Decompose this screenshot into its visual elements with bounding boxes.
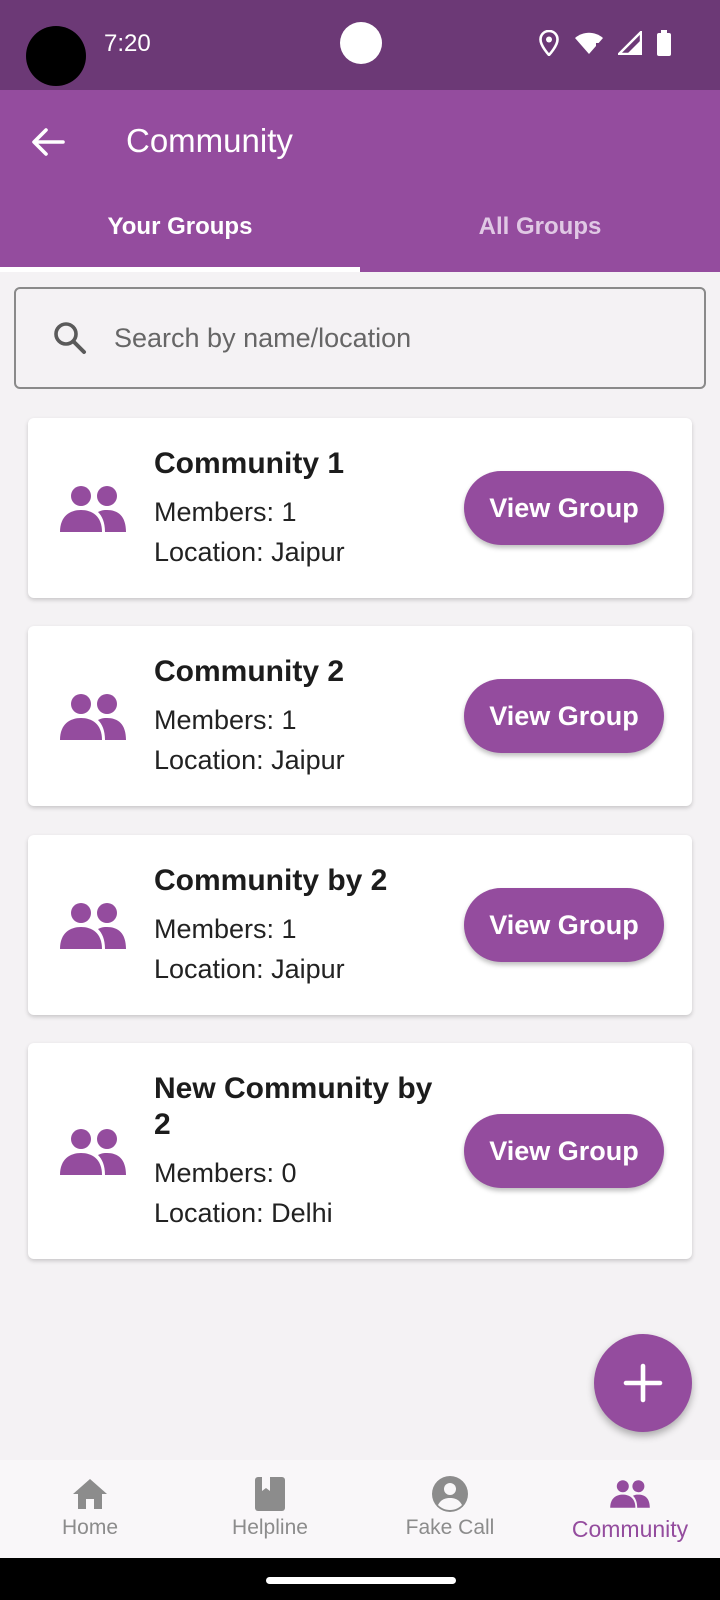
camera-cutout [26, 26, 86, 86]
group-location: Location: Jaipur [154, 745, 345, 775]
nav-label: Helpline [232, 1516, 308, 1539]
group-location: Location: Jaipur [154, 954, 345, 984]
group-card: Community 1 Members: 1 Location: Jaipur … [28, 418, 692, 598]
group-location: Location: Delhi [154, 1198, 333, 1228]
group-info: New Community by 2 Members: 0 Location: … [154, 1071, 454, 1233]
group-name: New Community by 2 [154, 1072, 433, 1141]
back-button[interactable] [26, 120, 70, 164]
view-group-button[interactable]: View Group [464, 471, 664, 545]
group-info: Community 1 Members: 1 Location: Jaipur [154, 446, 454, 572]
battery-icon [656, 30, 672, 56]
home-icon [68, 1474, 112, 1514]
people-icon [60, 694, 126, 740]
nav-item-helpline[interactable]: Helpline [180, 1460, 360, 1558]
view-group-button[interactable]: View Group [464, 888, 664, 962]
group-members: Members: 1 [154, 497, 297, 527]
group-location: Location: Jaipur [154, 537, 345, 567]
people-icon [60, 1129, 126, 1175]
group-name: Community by 2 [154, 864, 388, 897]
app-bar: Community Your Groups All Groups [0, 90, 720, 272]
book-icon [248, 1474, 292, 1514]
gesture-handle[interactable] [266, 1577, 456, 1584]
view-group-button[interactable]: View Group [464, 679, 664, 753]
tab-all-groups[interactable]: All Groups [360, 182, 720, 272]
nav-item-fake-call[interactable]: Fake Call [360, 1460, 540, 1558]
group-card: Community 2 Members: 1 Location: Jaipur … [28, 626, 692, 806]
screen: 7:20 Community Your Groups All Groups Se… [0, 0, 720, 1600]
tab-your-groups[interactable]: Your Groups [0, 182, 360, 272]
people-icon [60, 903, 126, 949]
people-icon [608, 1474, 652, 1514]
status-bar: 7:20 [0, 0, 720, 90]
account-circle-icon [428, 1474, 472, 1514]
group-members: Members: 0 [154, 1158, 297, 1188]
nav-label: Home [61, 1516, 119, 1539]
location-icon [538, 30, 560, 56]
group-name: Community 1 [154, 447, 345, 480]
nav-item-home[interactable]: Home [0, 1460, 180, 1558]
search-input[interactable] [114, 322, 674, 354]
add-group-button[interactable] [594, 1334, 692, 1432]
people-icon [60, 486, 126, 532]
group-card: Community by 2 Members: 1 Location: Jaip… [28, 835, 692, 1015]
wifi-icon [574, 31, 604, 55]
page-title: Community [126, 122, 293, 159]
view-group-button[interactable]: View Group [464, 1114, 664, 1188]
group-info: Community by 2 Members: 1 Location: Jaip… [154, 863, 454, 989]
group-members: Members: 1 [154, 705, 297, 735]
group-info: Community 2 Members: 1 Location: Jaipur [154, 654, 454, 780]
group-members: Members: 1 [154, 914, 297, 944]
status-icons [538, 30, 672, 56]
nav-item-community[interactable]: Community [540, 1460, 720, 1558]
bottom-nav: Home Helpline Fake Call Community [0, 1460, 720, 1558]
group-card: New Community by 2 Members: 0 Location: … [28, 1043, 692, 1259]
search-box [14, 287, 706, 389]
plus-icon [623, 1363, 663, 1403]
nav-label: Community [571, 1516, 689, 1542]
front-camera [340, 22, 382, 64]
arrow-back-icon [32, 128, 65, 156]
signal-icon [618, 31, 642, 55]
tab-bar: Your Groups All Groups [0, 182, 720, 272]
search-icon [50, 318, 90, 358]
nav-label: Fake Call [405, 1516, 495, 1539]
group-name: Community 2 [154, 655, 345, 688]
status-time: 7:20 [104, 30, 151, 57]
